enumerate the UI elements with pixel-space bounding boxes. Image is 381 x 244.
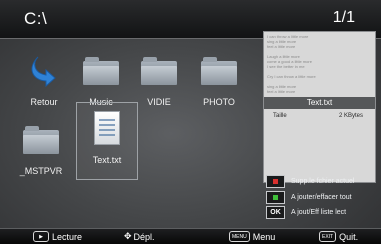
hint-menu-label: Menu bbox=[252, 231, 276, 242]
file-size-label: Taille bbox=[273, 113, 287, 119]
bottom-hint-bar: ▶ Lecture ✥ Dépl. MENU Menu EXIT Quit. bbox=[0, 228, 381, 244]
grid-item-text-txt[interactable]: Text.txt bbox=[76, 102, 138, 180]
hint-play: ▶ Lecture bbox=[33, 231, 82, 242]
grid-item-label: Retour bbox=[30, 97, 58, 107]
hint-exit: EXIT Quit. bbox=[319, 231, 358, 242]
grid-item-photo[interactable]: PHOTO bbox=[189, 45, 249, 119]
grid-item-retour[interactable]: Retour bbox=[14, 45, 74, 119]
media-browser-screen: C:\ 1/1 Retour Music VIDIE PHOTO _MSTPVR… bbox=[0, 0, 381, 244]
grid-item-label: PHOTO bbox=[203, 97, 235, 107]
current-path: C:\ bbox=[24, 9, 48, 28]
folder-icon bbox=[199, 51, 239, 91]
legend-ok-playlist: OK A jout/Eff liste lect bbox=[266, 205, 347, 219]
grid-item-mstpvr[interactable]: _MSTPVR bbox=[11, 114, 71, 188]
red-key-icon bbox=[266, 174, 285, 188]
green-key-icon bbox=[266, 190, 285, 204]
hint-play-label: Lecture bbox=[52, 231, 83, 242]
dpad-arrows-icon: ✥ bbox=[124, 231, 132, 241]
grid-item-vidie[interactable]: VIDIE bbox=[129, 45, 189, 119]
legend-add-remove-all: A jouter/effacer tout bbox=[266, 190, 352, 204]
preview-filename: Text.txt bbox=[264, 97, 375, 109]
hint-menu: MENU Menu bbox=[229, 231, 275, 242]
preview-text: I can throw a little more sing a little … bbox=[267, 34, 316, 94]
preview-panel: I can throw a little more sing a little … bbox=[263, 31, 376, 183]
legend-label: A jouter/effacer tout bbox=[291, 193, 352, 201]
grid-item-label: Text.txt bbox=[92, 155, 122, 165]
file-size-value: 2 KBytes bbox=[338, 113, 363, 119]
grid-item-label: VIDIE bbox=[147, 97, 171, 107]
text-file-icon bbox=[87, 109, 127, 149]
exit-key-icon: EXIT bbox=[319, 231, 337, 242]
back-arrow-icon bbox=[24, 51, 64, 91]
ok-key-icon: OK bbox=[266, 205, 285, 219]
grid-item-label: _MSTPVR bbox=[19, 166, 63, 176]
folder-icon bbox=[81, 51, 121, 91]
hint-move: ✥ Dépl. bbox=[124, 231, 155, 242]
folder-icon bbox=[21, 120, 61, 160]
folder-icon bbox=[139, 51, 179, 91]
hint-move-label: Dépl. bbox=[133, 231, 155, 242]
menu-key-icon: MENU bbox=[229, 231, 250, 242]
legend-label: A jout/Eff liste lect bbox=[291, 208, 347, 216]
hint-exit-label: Quit. bbox=[339, 231, 359, 242]
play-icon: ▶ bbox=[33, 231, 49, 242]
legend-delete-file: Supp.le fchier actuel bbox=[266, 174, 355, 188]
legend-label: Supp.le fchier actuel bbox=[291, 177, 355, 185]
page-indicator: 1/1 bbox=[332, 9, 355, 26]
